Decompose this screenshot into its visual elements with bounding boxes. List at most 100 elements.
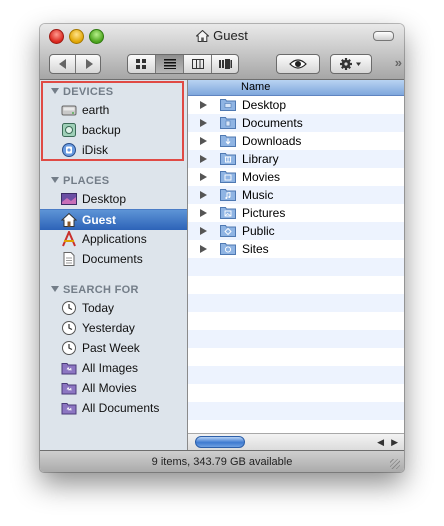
disclosure-triangle-icon[interactable]: [200, 173, 207, 181]
list-item[interactable]: Sites: [188, 240, 404, 258]
empty-row: [188, 330, 404, 348]
sidebar-item-applications[interactable]: Applications: [40, 229, 187, 249]
devices-header[interactable]: DEVICES: [51, 86, 113, 98]
list-item[interactable]: Movies: [188, 168, 404, 186]
sites-folder-icon: [220, 242, 236, 255]
empty-row: [188, 294, 404, 312]
smart-folder-icon: [61, 380, 77, 396]
list-item[interactable]: Desktop: [188, 96, 404, 114]
clock-icon: [61, 340, 77, 356]
disclosure-triangle-icon[interactable]: [200, 101, 207, 109]
empty-row: [188, 312, 404, 330]
pictures-folder-icon: [220, 206, 236, 219]
empty-row: [188, 384, 404, 402]
external-disk-icon: [61, 122, 77, 138]
quicklook-button[interactable]: [276, 54, 320, 74]
resize-grip-icon[interactable]: [390, 459, 400, 469]
sidebar-item-desktop[interactable]: Desktop: [40, 189, 187, 209]
sidebar-item-all-movies[interactable]: All Movies: [40, 378, 187, 398]
name-column-header[interactable]: Name: [188, 80, 404, 96]
list-view-button[interactable]: [155, 55, 184, 73]
home-icon: [60, 212, 78, 228]
scroll-right-arrow-icon[interactable]: ▶: [391, 437, 398, 448]
disclosure-triangle-icon[interactable]: [200, 209, 207, 217]
documents-folder-icon: [220, 116, 236, 129]
eye-icon: [289, 59, 307, 69]
empty-row: [188, 366, 404, 384]
search-for-header[interactable]: SEARCH FOR: [51, 284, 139, 296]
sidebar-item-past-week[interactable]: Past Week: [40, 338, 187, 358]
desktop-icon: [61, 191, 77, 207]
list-item[interactable]: Music: [188, 186, 404, 204]
window-title: Guest: [40, 28, 404, 45]
disclosure-triangle-icon[interactable]: [200, 155, 207, 163]
disclosure-triangle-icon[interactable]: [200, 137, 207, 145]
scrollbar-thumb[interactable]: [195, 436, 245, 448]
empty-row: [188, 348, 404, 366]
downloads-folder-icon: [220, 134, 236, 147]
smart-folder-icon: [61, 360, 77, 376]
disclosure-triangle-icon[interactable]: [200, 119, 207, 127]
toolbar-overflow-icon[interactable]: »: [395, 55, 402, 70]
back-button[interactable]: [50, 55, 75, 73]
action-menu-button[interactable]: [330, 54, 372, 74]
gear-icon: [340, 58, 361, 70]
sidebar-item-guest[interactable]: Guest: [40, 209, 187, 230]
disk-icon: [61, 102, 77, 118]
empty-row: [188, 402, 404, 420]
list-item[interactable]: Pictures: [188, 204, 404, 222]
list-item[interactable]: Documents: [188, 114, 404, 132]
list-item[interactable]: Library: [188, 150, 404, 168]
clock-icon: [61, 320, 77, 336]
disclosure-triangle-icon[interactable]: [200, 227, 207, 235]
right-arrow-icon: [85, 59, 93, 69]
sidebar: DEVICES earth backup iDisk PLACES Deskto…: [40, 80, 188, 450]
sidebar-item-yesterday[interactable]: Yesterday: [40, 318, 187, 338]
places-header[interactable]: PLACES: [51, 175, 109, 187]
status-text: 9 items, 343.79 GB available: [151, 456, 293, 468]
sidebar-item-today[interactable]: Today: [40, 298, 187, 318]
column-view-button[interactable]: [183, 55, 212, 73]
clock-icon: [61, 300, 77, 316]
toolbar-toggle-button[interactable]: [373, 31, 394, 41]
disclosure-triangle-icon[interactable]: [200, 245, 207, 253]
library-folder-icon: [220, 152, 236, 165]
idisk-icon: [61, 142, 77, 158]
desktop-folder-icon: [220, 98, 236, 111]
window-title-text: Guest: [213, 28, 248, 43]
sidebar-item-all-documents[interactable]: All Documents: [40, 398, 187, 418]
finder-window: Guest » DEVICES earth backup iDisk PLACE…: [40, 24, 404, 472]
status-bar: 9 items, 343.79 GB available: [40, 450, 404, 472]
sidebar-item-all-images[interactable]: All Images: [40, 358, 187, 378]
sidebar-item-backup[interactable]: backup: [40, 120, 187, 140]
empty-row: [188, 258, 404, 276]
view-mode-control: [127, 54, 239, 74]
list-view-icon: [164, 59, 176, 69]
disclosure-triangle-icon[interactable]: [200, 191, 207, 199]
sidebar-item-documents[interactable]: Documents: [40, 249, 187, 269]
icon-view-button[interactable]: [128, 55, 155, 73]
smart-folder-icon: [61, 400, 77, 416]
empty-row: [188, 276, 404, 294]
sidebar-item-earth[interactable]: earth: [40, 100, 187, 120]
documents-icon: [61, 251, 77, 267]
scroll-left-arrow-icon[interactable]: ◀: [377, 437, 384, 448]
movies-folder-icon: [220, 170, 236, 183]
column-view-icon: [192, 59, 204, 69]
list-item[interactable]: Public: [188, 222, 404, 240]
sidebar-item-idisk[interactable]: iDisk: [40, 140, 187, 160]
home-icon: [195, 29, 210, 45]
forward-button[interactable]: [75, 55, 101, 73]
coverflow-view-button[interactable]: [211, 55, 239, 73]
horizontal-scrollbar[interactable]: ◀ ▶: [188, 433, 404, 450]
name-column-label: Name: [241, 81, 271, 93]
left-arrow-icon: [58, 59, 66, 69]
applications-icon: [61, 229, 77, 247]
file-list: Name Desktop Documents Downloads Library…: [188, 80, 404, 450]
icon-view-icon: [136, 59, 146, 69]
list-item[interactable]: Downloads: [188, 132, 404, 150]
back-forward-control: [49, 54, 101, 74]
music-folder-icon: [220, 188, 236, 201]
public-folder-icon: [220, 224, 236, 237]
titlebar: Guest »: [40, 24, 404, 80]
